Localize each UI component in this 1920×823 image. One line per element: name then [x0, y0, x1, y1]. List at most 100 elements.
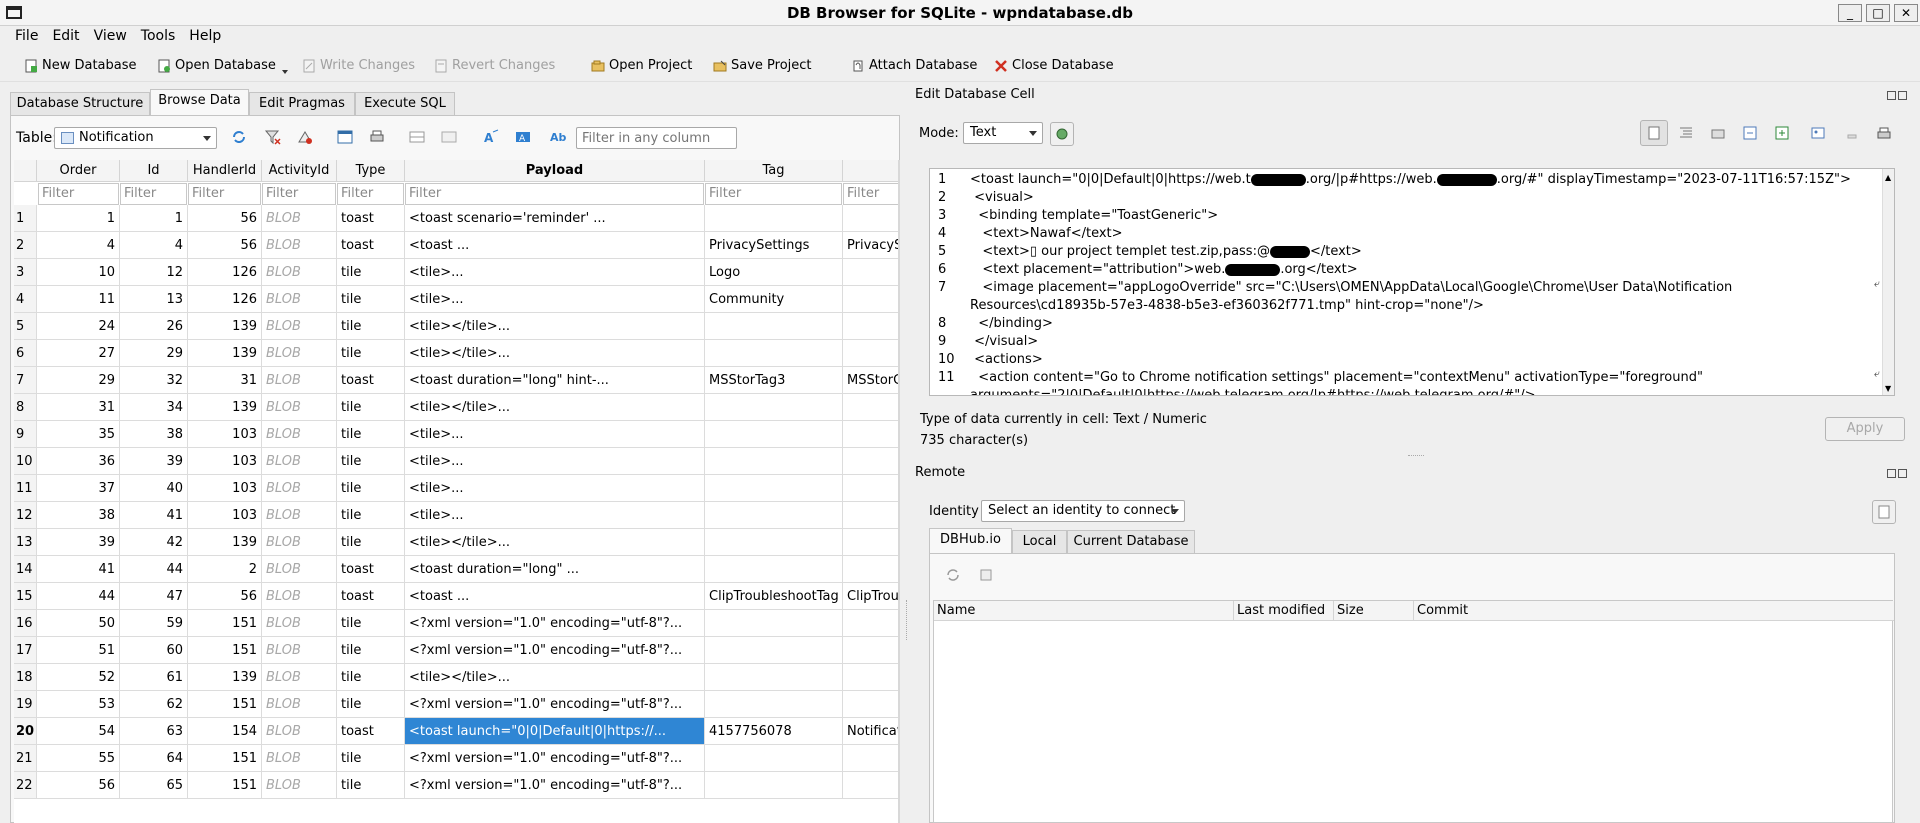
tag-cell[interactable] [705, 502, 843, 529]
id-cell[interactable]: 47 [120, 583, 188, 610]
group-cell[interactable] [843, 313, 898, 340]
group-cell[interactable] [843, 340, 898, 367]
tag-cell[interactable] [705, 556, 843, 583]
type-cell[interactable]: tile [337, 664, 405, 691]
open-database-dropdown-icon[interactable] [282, 70, 288, 74]
group-cell[interactable]: MSStorGro [843, 367, 898, 394]
id-cell[interactable]: 4 [120, 232, 188, 259]
payload-cell[interactable]: <?xml version="1.0" encoding="utf-8"?... [405, 745, 705, 772]
tag-cell[interactable]: ClipTroubleshootTag [705, 583, 843, 610]
group-cell[interactable] [843, 610, 898, 637]
row-number[interactable]: 10 [14, 448, 37, 475]
order-cell[interactable]: 11 [37, 286, 120, 313]
maximize-button[interactable]: □ [1866, 4, 1890, 22]
id-cell[interactable]: 63 [120, 718, 188, 745]
activityid-cell[interactable]: BLOB [262, 286, 337, 313]
table-row[interactable]: 8 31 34 139 BLOB tile <tile></tile>... [14, 394, 898, 421]
filter-payload[interactable]: Filter [405, 183, 704, 205]
close-window-button[interactable]: ✕ [1894, 4, 1918, 22]
filter-tag[interactable]: Filter [705, 183, 842, 205]
order-cell[interactable]: 4 [37, 232, 120, 259]
order-cell[interactable]: 52 [37, 664, 120, 691]
group-cell[interactable] [843, 259, 898, 286]
tag-cell[interactable]: PrivacySettings [705, 232, 843, 259]
handlerid-cell[interactable]: 151 [188, 772, 262, 799]
remote-column-last-modified[interactable]: Last modified [1234, 601, 1334, 621]
type-cell[interactable]: tile [337, 772, 405, 799]
payload-cell[interactable]: <tile>... [405, 448, 705, 475]
row-number[interactable]: 4 [14, 286, 37, 313]
group-cell[interactable] [843, 529, 898, 556]
order-cell[interactable]: 29 [37, 367, 120, 394]
handlerid-cell[interactable]: 126 [188, 286, 262, 313]
table-row[interactable]: 3 10 12 126 BLOB tile <tile>... Logo [14, 259, 898, 286]
table-row[interactable]: 21 55 64 151 BLOB tile <?xml version="1.0" enc… [14, 745, 898, 772]
type-cell[interactable]: tile [337, 745, 405, 772]
order-cell[interactable]: 35 [37, 421, 120, 448]
handlerid-cell[interactable]: 56 [188, 232, 262, 259]
revert-changes-button[interactable]: Revert Changes [432, 56, 555, 76]
activityid-cell[interactable]: BLOB [262, 745, 337, 772]
new-database-button[interactable]: New Database [22, 56, 137, 76]
activityid-cell[interactable]: BLOB [262, 583, 337, 610]
id-cell[interactable]: 12 [120, 259, 188, 286]
replace-icon[interactable]: A [514, 128, 532, 146]
table-row[interactable]: 5 24 26 139 BLOB tile <tile></tile>... [14, 313, 898, 340]
id-cell[interactable]: 64 [120, 745, 188, 772]
insert-record-icon[interactable] [408, 128, 426, 146]
id-cell[interactable]: 65 [120, 772, 188, 799]
id-cell[interactable]: 40 [120, 475, 188, 502]
handlerid-cell[interactable]: 151 [188, 610, 262, 637]
group-cell[interactable] [843, 448, 898, 475]
id-cell[interactable]: 29 [120, 340, 188, 367]
tab-edit-pragmas[interactable]: Edit Pragmas [249, 92, 355, 116]
menu-tools[interactable]: Tools [134, 26, 183, 46]
activityid-cell[interactable]: BLOB [262, 610, 337, 637]
activityid-cell[interactable]: BLOB [262, 367, 337, 394]
group-cell[interactable] [843, 691, 898, 718]
activityid-cell[interactable]: BLOB [262, 502, 337, 529]
order-cell[interactable]: 27 [37, 340, 120, 367]
payload-cell[interactable]: <tile></tile>... [405, 313, 705, 340]
row-number[interactable]: 15 [14, 583, 37, 610]
remote-tab-current-database[interactable]: Current Database [1067, 530, 1195, 554]
tab-execute-sql[interactable]: Execute SQL [355, 92, 455, 116]
handlerid-cell[interactable]: 151 [188, 691, 262, 718]
group-cell[interactable] [843, 286, 898, 313]
handlerid-cell[interactable]: 139 [188, 664, 262, 691]
order-cell[interactable]: 38 [37, 502, 120, 529]
identity-select[interactable]: Select an identity to connect [981, 500, 1185, 522]
close-icon[interactable] [1898, 469, 1907, 478]
save-table-icon[interactable] [336, 128, 354, 146]
row-number[interactable]: 21 [14, 745, 37, 772]
close-database-button[interactable]: Close Database [992, 56, 1114, 76]
write-changes-button[interactable]: Write Changes [300, 56, 415, 76]
filter-handlerid[interactable]: Filter [188, 183, 261, 205]
global-filter-input[interactable] [576, 127, 737, 149]
handlerid-cell[interactable]: 103 [188, 502, 262, 529]
set-null-icon[interactable] [1774, 125, 1790, 141]
column-header-payload[interactable]: Payload [405, 160, 705, 182]
type-cell[interactable]: tile [337, 502, 405, 529]
table-row[interactable]: 17 51 60 151 BLOB tile <?xml version="1.0" enc… [14, 637, 898, 664]
row-number[interactable]: 11 [14, 475, 37, 502]
table-row[interactable]: 2 4 4 56 BLOB toast <toast ... PrivacySettings P… [14, 232, 898, 259]
column-header-id[interactable]: Id [120, 160, 188, 182]
activityid-cell[interactable]: BLOB [262, 475, 337, 502]
payload-cell[interactable]: <tile>... [405, 475, 705, 502]
remote-column-size[interactable]: Size [1334, 601, 1414, 621]
handlerid-cell[interactable]: 151 [188, 745, 262, 772]
activityid-cell[interactable]: BLOB [262, 529, 337, 556]
id-cell[interactable]: 38 [120, 421, 188, 448]
handlerid-cell[interactable]: 103 [188, 475, 262, 502]
column-header-handlerid[interactable]: HandlerId [188, 160, 262, 182]
type-cell[interactable]: tile [337, 475, 405, 502]
type-cell[interactable]: tile [337, 691, 405, 718]
edit-cell-dock-buttons[interactable] [1887, 89, 1909, 100]
order-cell[interactable]: 51 [37, 637, 120, 664]
group-cell[interactable]: PrivacySe [843, 232, 898, 259]
table-row[interactable]: 7 29 32 31 BLOB toast <toast duration="long" h… [14, 367, 898, 394]
tag-cell[interactable] [705, 394, 843, 421]
row-number[interactable]: 6 [14, 340, 37, 367]
order-cell[interactable]: 44 [37, 583, 120, 610]
